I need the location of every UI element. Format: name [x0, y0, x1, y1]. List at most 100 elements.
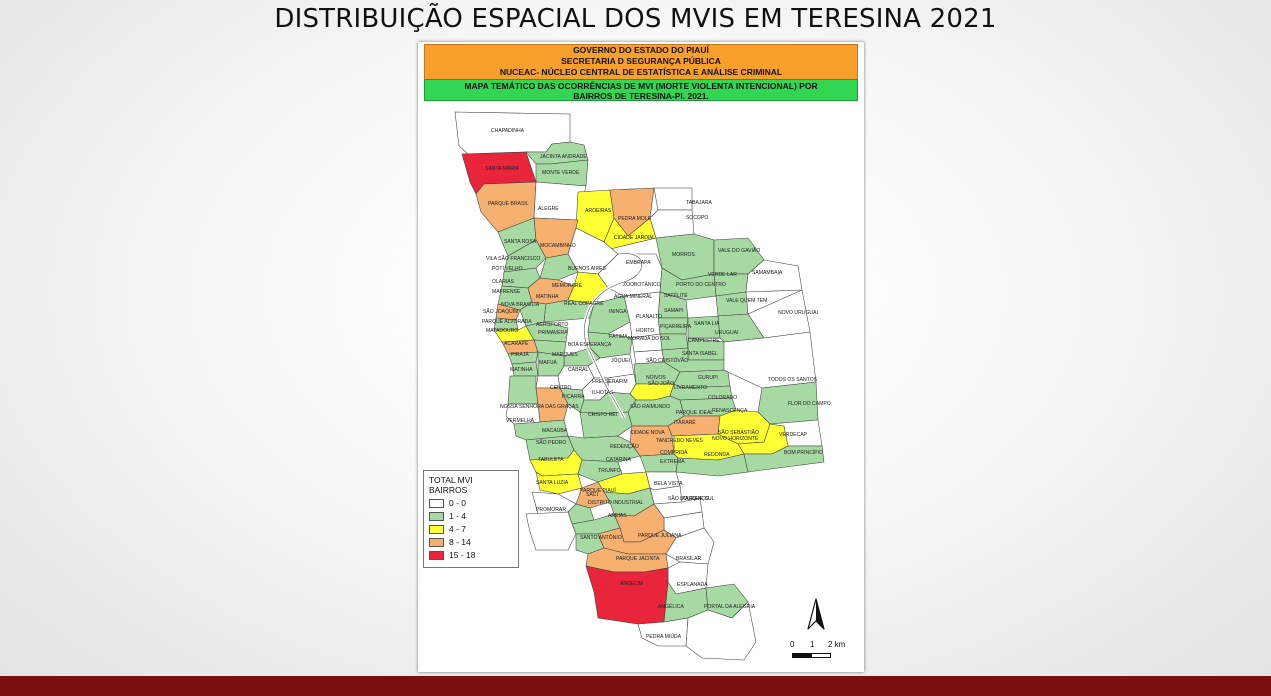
neighborhood-label: TANCREDO NEVES	[656, 438, 703, 444]
neighborhood-label: ANGÉLICA	[658, 603, 684, 610]
neighborhood-label: MATINHA	[510, 367, 533, 373]
neighborhood-label: ITARARÉ	[674, 419, 696, 426]
neighborhood-label: CHAPADINHA	[491, 128, 525, 134]
neighborhood-label: MONTE VERDE	[542, 170, 580, 176]
neighborhood-label: PARQUE IDEAL	[676, 410, 713, 416]
neighborhood-label: VALE QUEM TEM	[726, 298, 767, 304]
neighborhood-label: SANTA LIA	[694, 321, 720, 327]
map-frame: GOVERNO DO ESTADO DO PIAUÍ SECRETARIA D …	[418, 42, 864, 672]
legend-label: 8 - 14	[449, 537, 471, 547]
neighborhood-label: SÃO JOAQUIM	[483, 308, 518, 315]
neighborhood-label: TRIUNFO	[598, 468, 621, 474]
neighborhood-label: JACINTA ANDRADE	[540, 154, 587, 160]
scale-bar: 0 1 2 km	[790, 640, 860, 666]
neighborhood-label: TABAJARA	[686, 200, 713, 206]
neighborhood-label: PARQUE ALVORADA	[482, 319, 532, 325]
neighborhood-label: SÃO CRISTÓVÃO	[646, 357, 688, 364]
neighborhood-label: SÃO RAIMUNDO	[630, 403, 670, 410]
neighborhood-label: PARQUE PIAUÍ	[580, 487, 616, 494]
neighborhood-label: CENTRO	[550, 385, 572, 391]
neighborhood-label: MACAÚBA	[542, 427, 568, 434]
neighborhood-label: PORTAL DA ALEGRIA	[704, 604, 756, 610]
legend-swatch-4	[429, 550, 444, 560]
scale-label-0: 0	[790, 640, 795, 649]
neighborhood-label: VALE DO GAVIÃO	[718, 247, 760, 254]
neighborhood-label: ALEGRE	[538, 206, 559, 212]
neighborhood-label: COLORADO	[708, 395, 737, 401]
neighborhood-label: EXTREMA	[660, 459, 685, 465]
legend-swatch-1	[429, 511, 444, 521]
neighborhood-label: NOSSA SENHORA DAS GRAÇAS	[500, 404, 579, 410]
legend-title: TOTAL MVI BAIRROS	[429, 475, 473, 495]
neighborhood-label: EMBRAPA	[626, 260, 651, 266]
neighborhood-label: REAL COPAGRE	[564, 301, 604, 307]
neighborhood-label: AROEIRAS	[585, 208, 612, 214]
neighborhood-label: AEROPORTO	[536, 322, 568, 328]
neighborhood-label: PIÇARRA	[562, 394, 585, 400]
neighborhood-label: SATÉLITE	[664, 292, 688, 299]
neighborhood-label: SOCOPO	[686, 215, 708, 221]
nb-angelim[interactable]	[585, 565, 669, 625]
scale-segment-dark	[792, 653, 812, 658]
neighborhood-label: VERMELHA	[506, 418, 535, 424]
neighborhood-label: CIDADE NOVA	[630, 430, 665, 436]
neighborhood-label: PARQUE BRASIL	[488, 201, 529, 207]
neighborhood-label: REDONDA	[704, 452, 730, 458]
neighborhood-label: SANTA ROSA	[504, 239, 537, 245]
neighborhood-label: CATARINA	[606, 457, 632, 463]
scale-label-2: 2 km	[828, 640, 846, 649]
neighborhood-label: CIDADE JARDIM	[614, 235, 654, 241]
neighborhood-label: ÁGUA MINERAL	[614, 293, 652, 300]
neighborhood-label: PARQUE JACINTA	[616, 556, 660, 562]
nb-matinha-sul[interactable]	[507, 375, 539, 405]
neighborhood-label: SÃO JOÃO	[648, 380, 674, 387]
neighborhood-label: FÁTIMA	[609, 333, 628, 340]
neighborhood-label: RENASCENÇA	[712, 408, 748, 414]
neighborhood-label: PARQUE SUL	[682, 496, 715, 502]
nb-vale-quem-tem[interactable]	[715, 291, 749, 317]
choropleth-map: CHAPADINHA JACINTA ANDRADE SANTA MARIA MONT…	[454, 111, 831, 661]
neighborhood-label: ESPLANADA	[677, 582, 708, 588]
legend-label: 15 - 18	[449, 550, 476, 560]
neighborhood-label: ININGA	[609, 309, 627, 315]
neighborhood-label: DISTRITO INDUSTRIAL	[588, 500, 644, 506]
legend-swatch-3	[429, 537, 444, 547]
neighborhood-label: SANTA ISABEL	[682, 351, 718, 357]
legend-item: 15 - 18	[429, 550, 513, 560]
neighborhood-polygons	[454, 111, 825, 661]
neighborhood-label: PIRAJÁ	[511, 351, 529, 358]
nb-tabajara[interactable]	[653, 187, 693, 211]
neighborhood-label: BRASILAR	[676, 556, 702, 562]
neighborhood-label: NOVO URUGUAI	[778, 310, 818, 316]
neighborhood-label: SANTA LUZIA	[536, 480, 569, 486]
neighborhood-label: VERDE LAR	[708, 272, 737, 278]
neighborhood-label: NOVO HORIZONTE	[712, 436, 759, 442]
north-arrow-icon	[807, 598, 825, 630]
neighborhood-label: MORADA DO SOL	[628, 336, 671, 342]
neighborhood-label: SAMAMBAIA	[752, 270, 783, 276]
neighborhood-label: REDENÇÃO	[610, 443, 639, 450]
neighborhood-label: SÃO PEDRO	[536, 439, 566, 446]
neighborhood-label: CABRAL	[568, 367, 589, 373]
legend-swatch-2	[429, 524, 444, 534]
neighborhood-label: MATADOURO	[486, 328, 518, 334]
scale-label-1: 1	[810, 640, 815, 649]
legend-label: 4 - 7	[449, 524, 467, 534]
legend-label: 0 - 0	[449, 498, 467, 508]
map-legend: TOTAL MVI BAIRROS 0 - 0 1 - 4 4 - 7 8 - …	[423, 470, 519, 568]
neighborhood-label: NOVA BRASÍLIA	[501, 301, 540, 308]
legend-item: 0 - 0	[429, 498, 513, 508]
neighborhood-label: POTI VELHO	[492, 266, 523, 272]
neighborhood-label: BOA ESPERANÇA	[568, 342, 612, 348]
neighborhood-label: MARQUES	[552, 352, 578, 358]
neighborhood-label: PEDRA MOLE	[618, 216, 652, 222]
legend-item: 8 - 14	[429, 537, 513, 547]
neighborhood-label: PARQUE JULIANA	[638, 533, 682, 539]
scale-segment-light	[811, 653, 831, 658]
nb-distrito-industrial[interactable]	[525, 511, 577, 551]
neighborhood-label: ACARAPE	[504, 341, 529, 347]
footer-bar	[0, 676, 1271, 696]
neighborhood-label: TABULETA	[538, 457, 564, 463]
neighborhood-label: COMPRIDA	[660, 450, 688, 456]
legend-item: 4 - 7	[429, 524, 513, 534]
